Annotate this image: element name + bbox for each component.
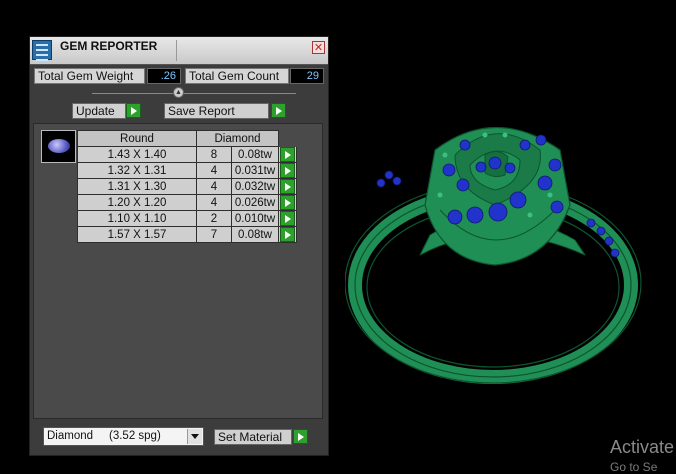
gem-weight-cell: 0.032tw xyxy=(231,178,279,195)
total-gem-count-label: Total Gem Count xyxy=(185,68,289,84)
header-spacer xyxy=(278,130,297,147)
row-go-cell xyxy=(278,162,297,179)
row-go-cell xyxy=(278,226,297,243)
row-go-cell xyxy=(278,194,297,211)
gem-size-cell: 1.32 X 1.31 xyxy=(77,162,197,179)
close-icon[interactable]: ✕ xyxy=(312,41,325,54)
gem-reporter-panel: GEM REPORTER ✕ Total Gem Weight .26 Tota… xyxy=(29,36,329,456)
material-select-value: Diamond (3.52 spg) xyxy=(47,430,161,442)
gem-count-cell: 7 xyxy=(196,226,232,243)
gem-size-cell: 1.57 X 1.57 xyxy=(77,226,197,243)
row-go-cell xyxy=(278,146,297,163)
set-material-button[interactable]: Set Material xyxy=(214,429,292,445)
table-row: 1.10 X 1.10 2 0.010tw xyxy=(77,210,297,227)
total-gem-count-value: 29 xyxy=(290,68,324,84)
arrow-right-icon[interactable] xyxy=(280,211,295,226)
total-gem-weight-label: Total Gem Weight xyxy=(34,68,145,84)
update-button[interactable]: Update xyxy=(72,103,126,119)
gem-weight-cell: 0.08tw xyxy=(231,226,279,243)
arrow-right-icon[interactable] xyxy=(280,227,295,242)
table-row: 1.43 X 1.40 8 0.08tw xyxy=(77,146,297,163)
gem-weight-cell: 0.010tw xyxy=(231,210,279,227)
table-row: 1.20 X 1.20 4 0.026tw xyxy=(77,194,297,211)
shape-header: Round xyxy=(77,130,197,147)
app-icon xyxy=(32,40,52,61)
gem-count-cell: 4 xyxy=(196,194,232,211)
ring-3d-viewport[interactable] xyxy=(345,95,655,395)
collapse-divider xyxy=(92,93,296,94)
save-report-button[interactable]: Save Report xyxy=(164,103,269,119)
gem-count-cell: 4 xyxy=(196,162,232,179)
arrow-right-icon[interactable] xyxy=(280,147,295,162)
gem-thumbnail[interactable] xyxy=(41,130,76,163)
gem-weight-cell: 0.031tw xyxy=(231,162,279,179)
chevron-down-icon[interactable] xyxy=(187,429,202,444)
table-row: 1.31 X 1.30 4 0.032tw xyxy=(77,178,297,195)
title-divider xyxy=(176,40,177,61)
table-row: 1.57 X 1.57 7 0.08tw xyxy=(77,226,297,243)
window-title: GEM REPORTER xyxy=(60,39,158,53)
gem-size-cell: 1.20 X 1.20 xyxy=(77,194,197,211)
gem-count-cell: 8 xyxy=(196,146,232,163)
gem-weight-cell: 0.026tw xyxy=(231,194,279,211)
gem-table: Round Diamond 1.43 X 1.40 8 0.08tw 1.32 X 1… xyxy=(77,130,297,243)
gem-weight-cell: 0.08tw xyxy=(231,146,279,163)
table-row: 1.32 X 1.31 4 0.031tw xyxy=(77,162,297,179)
arrow-right-icon[interactable] xyxy=(280,163,295,178)
gem-size-cell: 1.43 X 1.40 xyxy=(77,146,197,163)
gem-count-cell: 4 xyxy=(196,178,232,195)
total-gem-weight-value: .26 xyxy=(147,68,181,84)
material-select[interactable]: Diamond (3.52 spg) xyxy=(43,427,204,446)
arrow-right-icon[interactable] xyxy=(280,195,295,210)
title-bar[interactable]: GEM REPORTER ✕ xyxy=(30,37,328,65)
gem-count-cell: 2 xyxy=(196,210,232,227)
material-header: Diamond xyxy=(196,130,279,147)
gem-list-area: Round Diamond 1.43 X 1.40 8 0.08tw 1.32 X 1… xyxy=(33,123,323,419)
collapse-toggle-icon[interactable]: ▲ xyxy=(173,87,184,98)
save-report-go-icon[interactable] xyxy=(271,103,286,118)
update-go-icon[interactable] xyxy=(126,103,141,118)
gem-size-cell: 1.10 X 1.10 xyxy=(77,210,197,227)
gem-size-cell: 1.31 X 1.30 xyxy=(77,178,197,195)
arrow-right-icon[interactable] xyxy=(280,179,295,194)
os-activation-watermark: Activate xyxy=(610,437,675,457)
set-material-go-icon[interactable] xyxy=(293,429,308,444)
os-activation-watermark-sub: Go to Se xyxy=(610,460,658,474)
row-go-cell xyxy=(278,210,297,227)
row-go-cell xyxy=(278,178,297,195)
